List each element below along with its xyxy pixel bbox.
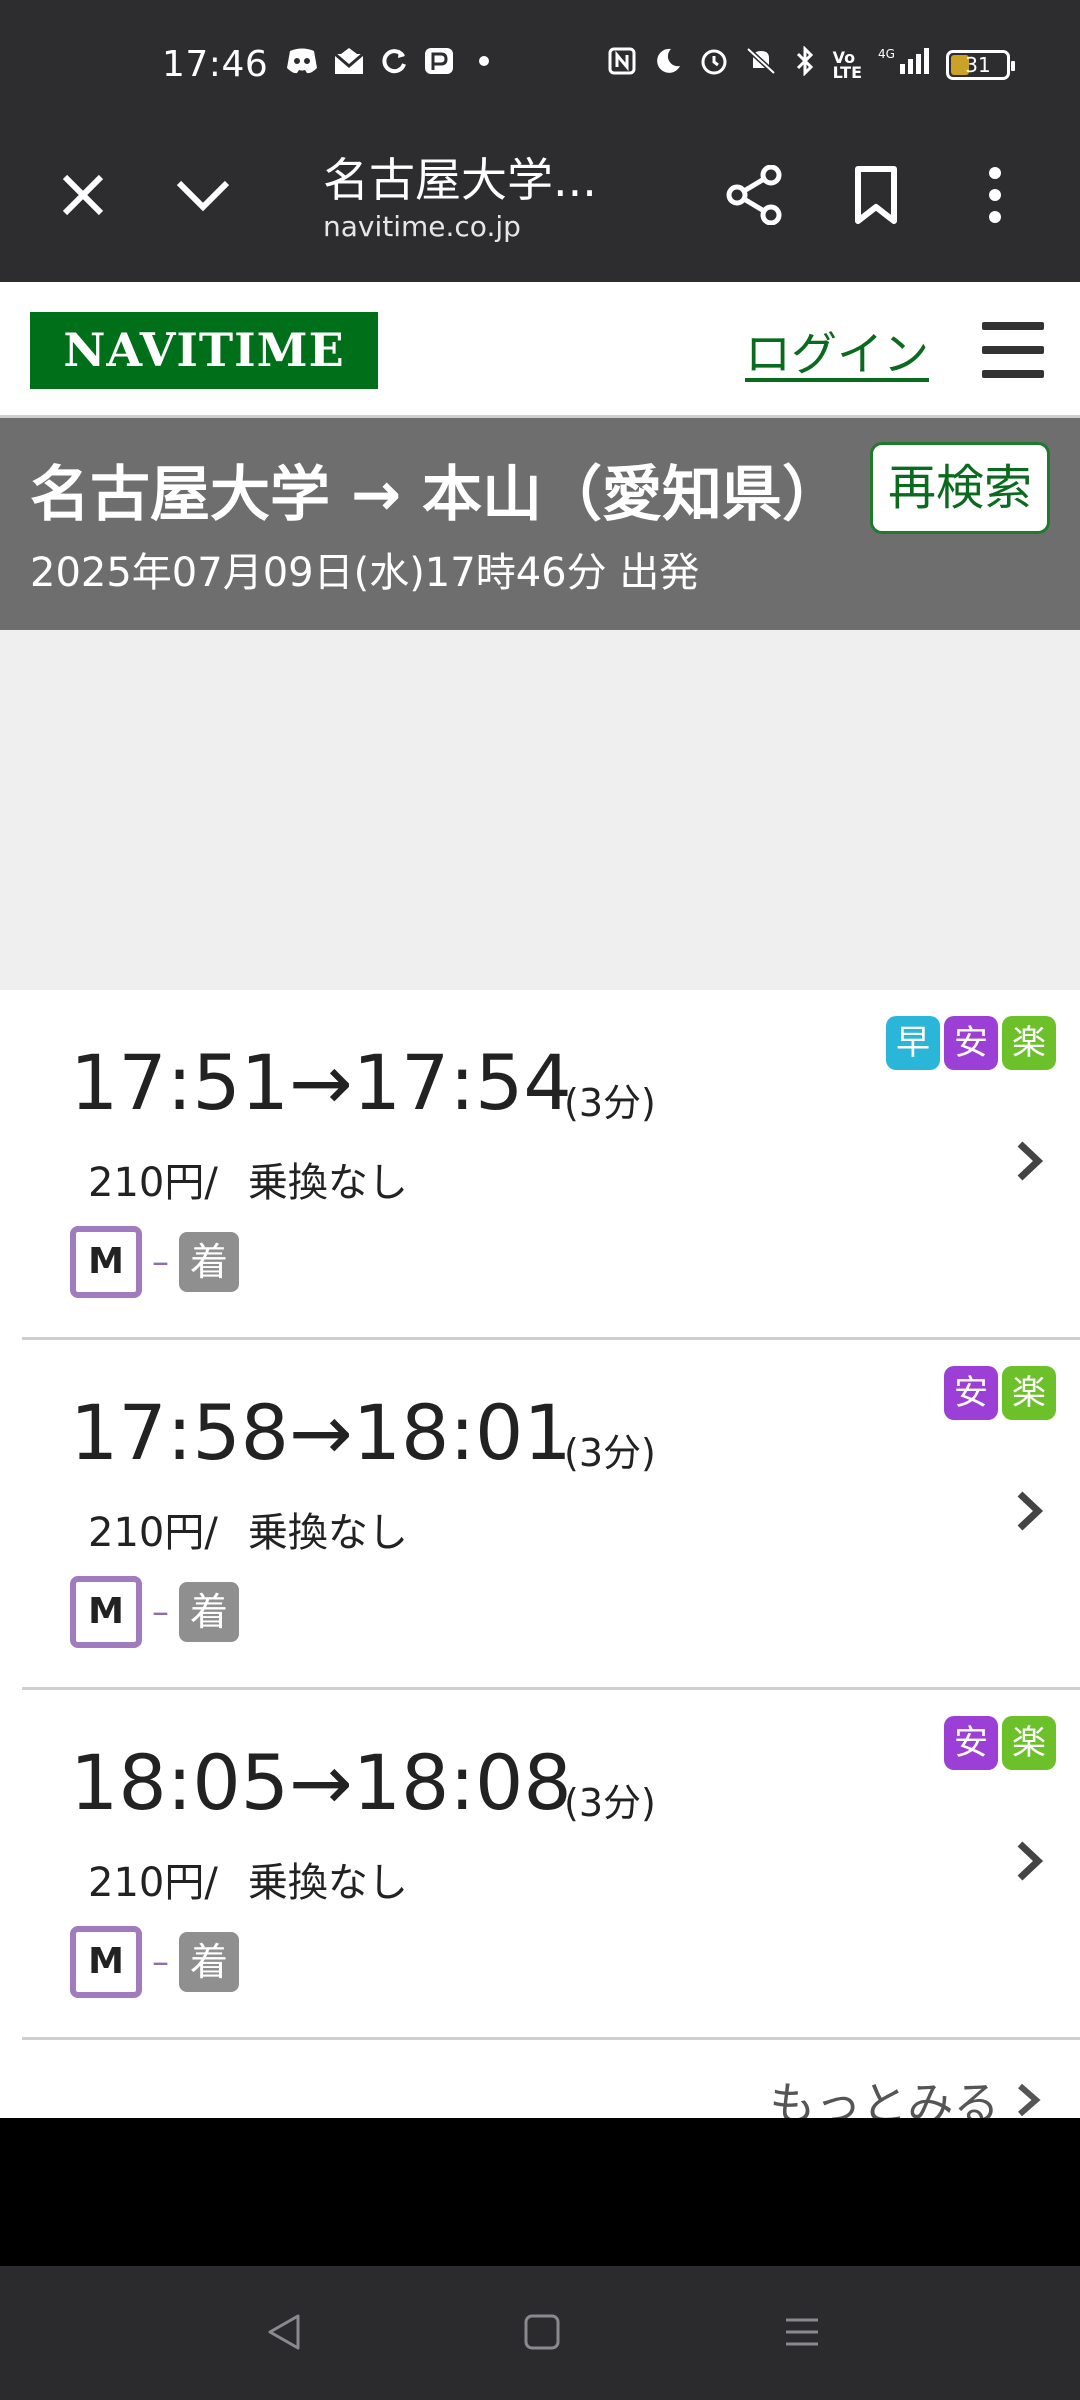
line-connector: – (152, 1242, 169, 1282)
chevron-right-icon[interactable] (1010, 1136, 1050, 1186)
login-link[interactable]: ログイン (745, 318, 929, 384)
chevron-right-icon (1014, 2077, 1044, 2118)
svg-text:4G: 4G (878, 47, 895, 61)
route-tag: 安 (944, 1016, 998, 1070)
route-tag: 早 (886, 1016, 940, 1070)
route-tags: 安楽 (944, 1366, 1056, 1420)
moon-icon (653, 46, 683, 84)
route-tag: 楽 (1002, 1016, 1056, 1070)
route-fare: 210円/乗換なし (88, 1150, 408, 1208)
fare-amount: 210円/ (88, 1860, 218, 1906)
route-duration: (3分) (564, 1081, 656, 1125)
alarm-icon (699, 46, 729, 84)
route-item[interactable]: 18:05→18:08 (3分) 210円/乗換なし M – 着安楽 (22, 1690, 1080, 2040)
web-page: NAVITIME ログイン 名古屋大学 → 本山（愛知県） 2025年07月09… (0, 282, 1080, 2118)
route-item[interactable]: 17:51→17:54 (3分) 210円/乗換なし M – 着早安楽 (22, 990, 1080, 1340)
search-summary: 名古屋大学 → 本山（愛知県） 2025年07月09日(水)17時46分 出発 … (0, 418, 1080, 630)
status-bar: 17:46 Vo LTE 4G 31 (0, 0, 1080, 110)
chevron-right-icon[interactable] (1010, 1486, 1050, 1536)
transfer-count: 乗換なし (247, 1510, 408, 1556)
route-item[interactable]: 17:58→18:01 (3分) 210円/乗換なし M – 着安楽 (22, 1340, 1080, 1690)
signal-4g-icon: 4G (878, 46, 930, 84)
page-url: navitime.co.jp (323, 210, 521, 243)
status-time: 17:46 (162, 44, 269, 85)
route-times: 17:58→18:01 (70, 1388, 572, 1477)
ad-space (0, 630, 1080, 990)
dot-icon (469, 46, 499, 84)
arrival-badge: 着 (179, 1232, 239, 1292)
nfc-icon (607, 46, 637, 84)
system-icons: Vo LTE 4G 31 (607, 45, 1015, 84)
browser-toolbar: 名古屋大学... navitime.co.jp (0, 110, 1080, 282)
route-tag: 安 (944, 1366, 998, 1420)
route-fare: 210円/乗換なし (88, 1850, 408, 1908)
notification-icons (285, 46, 499, 84)
arrival-badge: 着 (179, 1582, 239, 1642)
route-line-icons: M – 着 (70, 1226, 239, 1298)
route-list: 17:51→17:54 (3分) 210円/乗換なし M – 着早安楽 17:58→18:0… (0, 990, 1080, 2040)
system-nav-bar (0, 2266, 1080, 2400)
route-tag: 楽 (1002, 1366, 1056, 1420)
site-header: NAVITIME ログイン (0, 282, 1080, 418)
recents-icon[interactable] (780, 2310, 824, 2358)
departure-datetime: 2025年07月09日(水)17時46分 出発 (30, 550, 700, 596)
route-times: 17:51→17:54 (70, 1038, 572, 1127)
mail-icon (333, 46, 365, 84)
route-tags: 安楽 (944, 1716, 1056, 1770)
route-title: 名古屋大学 → 本山（愛知県） (30, 460, 843, 530)
route-tag: 安 (944, 1716, 998, 1770)
mute-icon (745, 46, 777, 84)
route-tag: 楽 (1002, 1716, 1056, 1770)
meijo-line-badge: M (70, 1576, 142, 1648)
fare-amount: 210円/ (88, 1160, 218, 1206)
page-title: 名古屋大学... (323, 153, 597, 207)
meijo-line-badge: M (70, 1926, 142, 1998)
transfer-count: 乗換なし (247, 1860, 408, 1906)
sync-icon (379, 46, 409, 84)
more-options-icon[interactable] (960, 160, 1030, 230)
paypay-icon (423, 46, 455, 84)
share-icon[interactable] (720, 160, 790, 230)
route-fare: 210円/乗換なし (88, 1500, 408, 1558)
route-times: 18:05→18:08 (70, 1738, 572, 1827)
bluetooth-icon (793, 45, 817, 84)
bookmark-icon[interactable] (841, 160, 911, 230)
navitime-logo[interactable]: NAVITIME (30, 312, 378, 389)
battery-icon: 31 (946, 50, 1015, 80)
hamburger-menu-icon[interactable] (982, 322, 1044, 378)
route-duration: (3分) (564, 1431, 656, 1475)
route-line-icons: M – 着 (70, 1926, 239, 1998)
fare-amount: 210円/ (88, 1510, 218, 1556)
route-tags: 早安楽 (886, 1016, 1056, 1070)
chevron-down-icon[interactable] (168, 160, 238, 230)
line-connector: – (152, 1592, 169, 1632)
route-line-icons: M – 着 (70, 1576, 239, 1648)
research-button[interactable]: 再検索 (870, 442, 1050, 534)
more-link[interactable]: もっとみる (769, 2068, 1044, 2118)
more-link-label: もっとみる (769, 2077, 1000, 2118)
volte-icon: Vo LTE (832, 48, 862, 82)
meijo-line-badge: M (70, 1226, 142, 1298)
route-duration: (3分) (564, 1781, 656, 1825)
discord-icon (285, 46, 319, 84)
back-icon[interactable] (262, 2310, 306, 2358)
chevron-right-icon[interactable] (1010, 1836, 1050, 1886)
home-icon[interactable] (520, 2310, 564, 2358)
arrival-badge: 着 (179, 1932, 239, 1992)
transfer-count: 乗換なし (247, 1160, 408, 1206)
line-connector: – (152, 1942, 169, 1982)
close-icon[interactable] (48, 160, 118, 230)
